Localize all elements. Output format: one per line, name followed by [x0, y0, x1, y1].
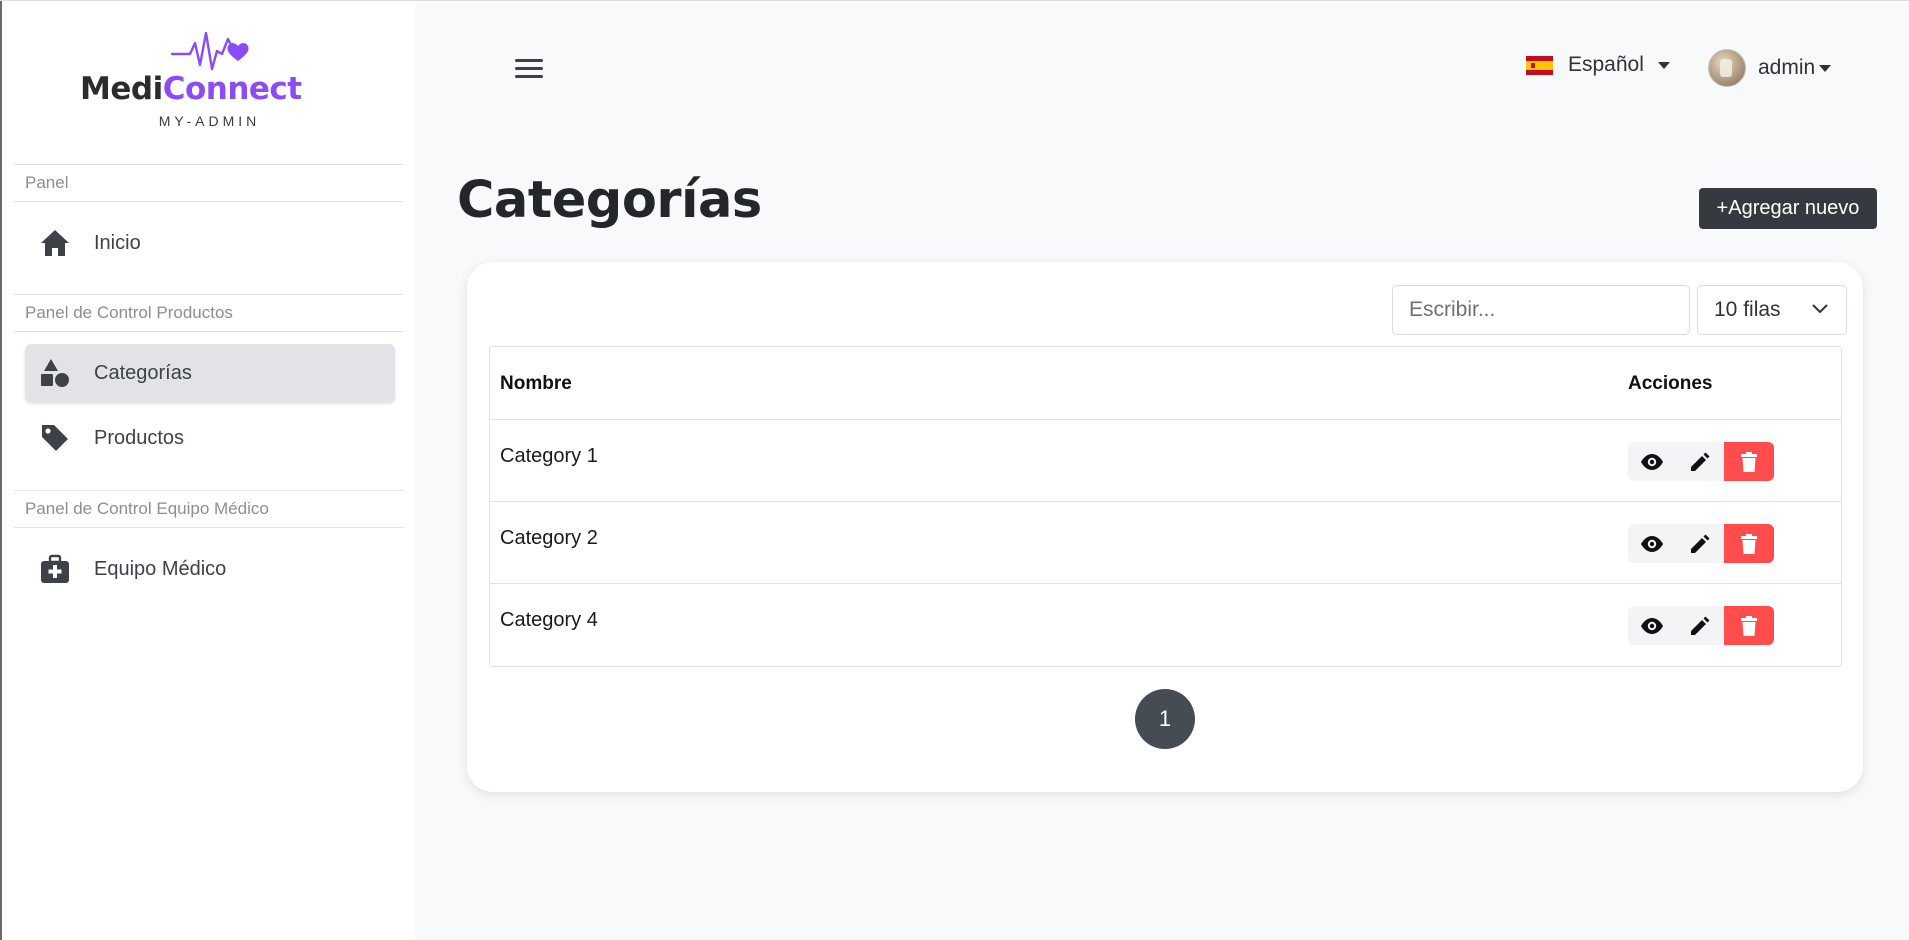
table-header: Nombre Acciones	[490, 347, 1841, 420]
brand-subtitle: MY-ADMIN	[158, 113, 261, 129]
rows-per-page-select[interactable]: 10 filas	[1697, 285, 1847, 335]
chevron-down-icon	[1657, 61, 1670, 69]
sidebar-section-productos: Panel de Control Productos	[14, 294, 404, 332]
sidebar-item-inicio[interactable]: Inicio	[25, 214, 395, 272]
row-actions	[1628, 442, 1774, 481]
main-content: Español admin Categorías +Agregar nuevo …	[415, 1, 1909, 940]
eye-icon	[1641, 535, 1663, 552]
chevron-down-icon	[1819, 64, 1832, 72]
trash-icon	[1741, 533, 1757, 554]
pagination-page-button[interactable]: 1	[1135, 689, 1195, 749]
sidebar-item-label: Productos	[94, 426, 185, 449]
delete-button[interactable]	[1724, 442, 1774, 481]
home-icon	[39, 227, 71, 259]
delete-button[interactable]	[1724, 524, 1774, 563]
avatar	[1708, 49, 1746, 87]
sidebar: MediConnect MY-ADMIN Panel Inicio Panel …	[0, 1, 415, 940]
table-row: Category 1	[490, 420, 1841, 502]
pencil-icon	[1691, 534, 1710, 553]
trash-icon	[1741, 615, 1757, 636]
view-button[interactable]	[1628, 442, 1676, 481]
rows-per-page-value: 10 filas	[1714, 298, 1781, 321]
edit-button[interactable]	[1676, 442, 1724, 481]
brand-name-part1: Medi	[80, 71, 163, 107]
app-root: MediConnect MY-ADMIN Panel Inicio Panel …	[0, 0, 1909, 940]
add-new-button[interactable]: +Agregar nuevo	[1699, 188, 1877, 229]
sidebar-item-productos[interactable]: Productos	[25, 409, 395, 467]
language-label: Español	[1568, 53, 1644, 76]
sidebar-item-equipo-medico[interactable]: Equipo Médico	[25, 540, 395, 598]
table-row: Category 4	[490, 584, 1841, 666]
brand-name-part2: Connect	[162, 71, 302, 107]
sidebar-item-categorias[interactable]: Categorías	[25, 344, 395, 402]
category-name: Category 4	[500, 609, 598, 631]
row-actions	[1628, 606, 1774, 645]
column-header-nombre[interactable]: Nombre	[500, 373, 572, 395]
chevron-down-icon	[1812, 304, 1828, 314]
page-title: Categorías	[457, 171, 762, 230]
eye-icon	[1641, 617, 1663, 634]
eye-icon	[1641, 453, 1663, 470]
row-actions	[1628, 524, 1774, 563]
view-button[interactable]	[1628, 524, 1676, 563]
trash-icon	[1741, 451, 1757, 472]
table-row: Category 2	[490, 502, 1841, 584]
sidebar-item-label: Categorías	[94, 361, 192, 384]
edit-button[interactable]	[1676, 606, 1724, 645]
category-name: Category 1	[500, 445, 598, 467]
user-name: admin	[1758, 56, 1816, 79]
search-input[interactable]	[1392, 285, 1690, 335]
shapes-icon	[39, 357, 71, 389]
spain-flag-icon	[1526, 55, 1553, 75]
brand-name: MediConnect	[80, 71, 302, 107]
tag-icon	[39, 422, 71, 454]
column-header-acciones: Acciones	[1628, 373, 1713, 394]
categories-card: 10 filas Nombre Acciones Category 1	[467, 262, 1863, 792]
medical-kit-icon	[39, 553, 71, 585]
menu-toggle-icon[interactable]	[515, 56, 547, 82]
sidebar-item-label: Inicio	[94, 231, 141, 254]
sidebar-item-label: Equipo Médico	[94, 557, 227, 580]
heartbeat-logo-icon	[170, 31, 249, 71]
pencil-icon	[1691, 616, 1710, 635]
language-dropdown[interactable]: Español	[1526, 53, 1670, 77]
category-name: Category 2	[500, 527, 598, 549]
pencil-icon	[1691, 452, 1710, 471]
user-menu[interactable]: admin	[1708, 49, 1832, 87]
brand-logo[interactable]: MediConnect MY-ADMIN	[2, 1, 417, 165]
categories-table: Nombre Acciones Category 1 Category 2 Ca…	[489, 346, 1842, 667]
view-button[interactable]	[1628, 606, 1676, 645]
sidebar-section-panel: Panel	[14, 164, 404, 202]
edit-button[interactable]	[1676, 524, 1724, 563]
delete-button[interactable]	[1724, 606, 1774, 645]
sidebar-section-equipo: Panel de Control Equipo Médico	[14, 490, 404, 528]
